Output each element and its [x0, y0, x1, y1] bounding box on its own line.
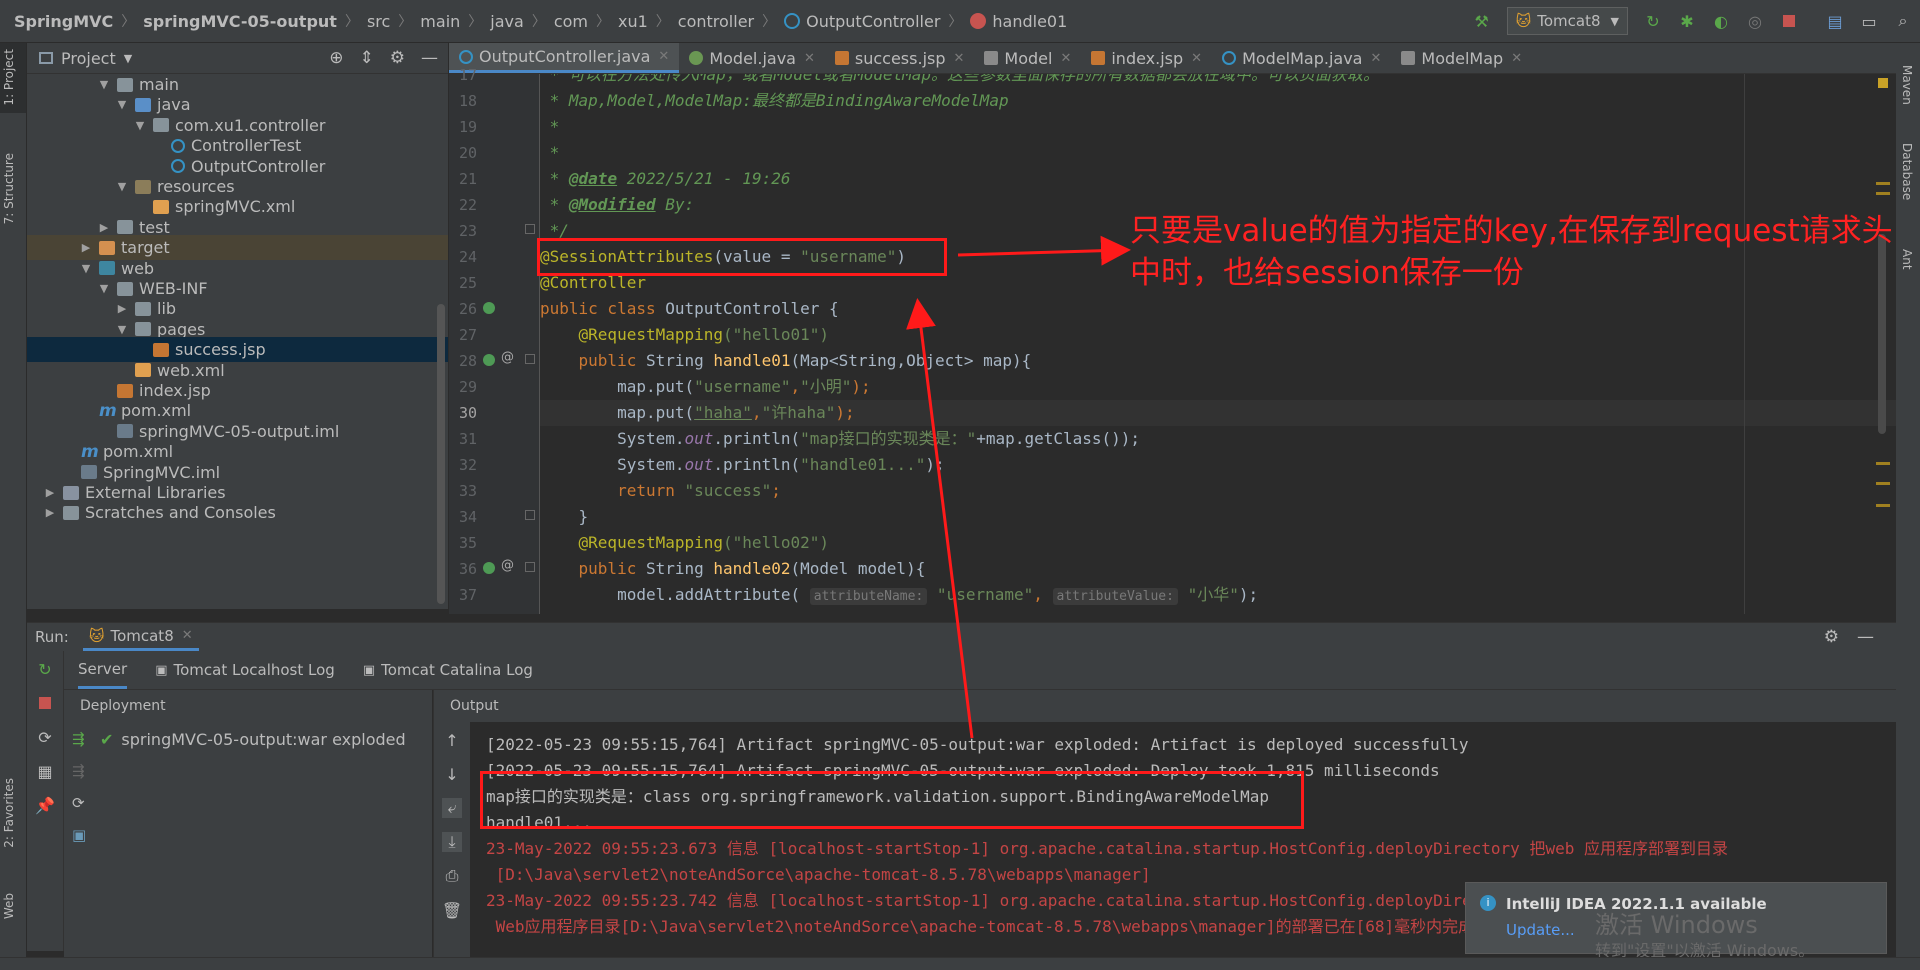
annotation-text: 只要是value的值为指定的key,在保存到request请求头中时，也给ses…	[1130, 213, 1893, 291]
annotation-arrow-to-text	[957, 235, 1131, 266]
annotation-arrows	[906, 235, 1131, 739]
annotation-arrow-to-code	[906, 298, 974, 739]
